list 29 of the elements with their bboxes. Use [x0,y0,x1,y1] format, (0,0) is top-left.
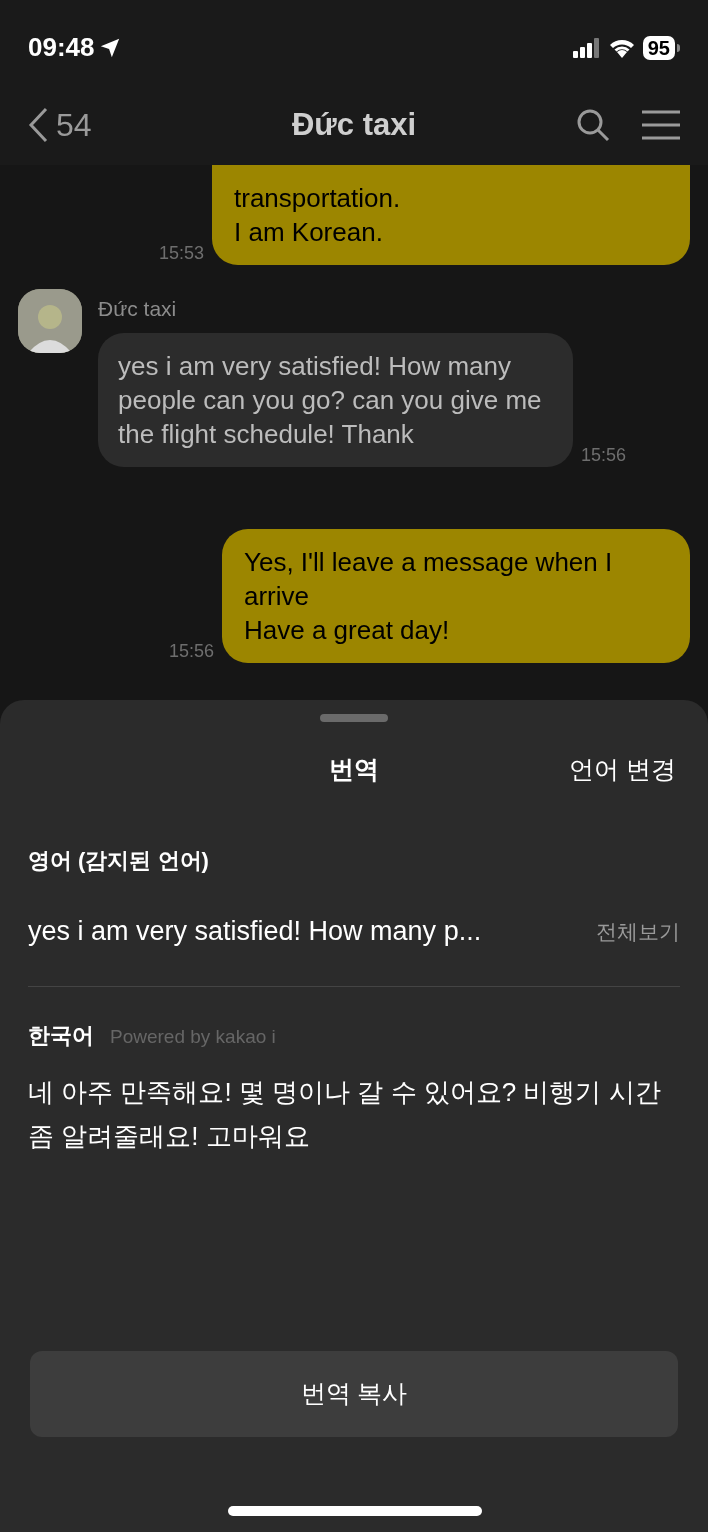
copy-translation-button[interactable]: 번역 복사 [30,1351,678,1437]
message-time: 15:56 [168,639,214,663]
battery-indicator: 95 [642,35,675,60]
chevron-left-icon [28,107,48,143]
message-line: I am Korean. [234,217,383,247]
message-line: transportation. [234,183,401,213]
chat-title: Đức taxi [291,105,417,144]
menu-icon[interactable] [642,110,680,140]
message-time: 15:53 [158,242,204,265]
drag-handle[interactable] [320,714,388,722]
change-language-button[interactable]: 언어 변경 [569,751,676,789]
sender-name: Đức taxi [98,296,178,322]
source-text: yes i am very satisfied! How many p... [28,915,482,948]
message-time: 15:56 [581,443,627,467]
translated-text: 네 아주 만족해요! 몇 명이나 갈 수 있어요? 비행기 시간 좀 알려줄래요! 고마워요 [27,1075,662,1153]
target-language-label: 한국어 [28,1021,94,1050]
view-all-button[interactable]: 전체보기 [596,915,680,947]
source-language-label: 영어 (감지된 언어) [27,847,210,875]
powered-by-text: Powered by kakao i [110,1024,276,1049]
avatar[interactable] [18,289,82,353]
search-icon[interactable] [576,108,610,142]
signal-icon [572,37,601,58]
clock: 09:48 [28,31,95,64]
message-text: yes i am very satisfied! How many people can you go? can you give me the flight schedule! Thank [118,349,543,451]
sheet-title: 번역 [329,754,379,786]
message-line: Yes, I'll leave a message when I arrive [244,546,613,611]
wifi-icon [608,37,635,58]
message-line: Have a great day! [244,614,450,645]
back-button[interactable]: 54 [28,101,92,149]
